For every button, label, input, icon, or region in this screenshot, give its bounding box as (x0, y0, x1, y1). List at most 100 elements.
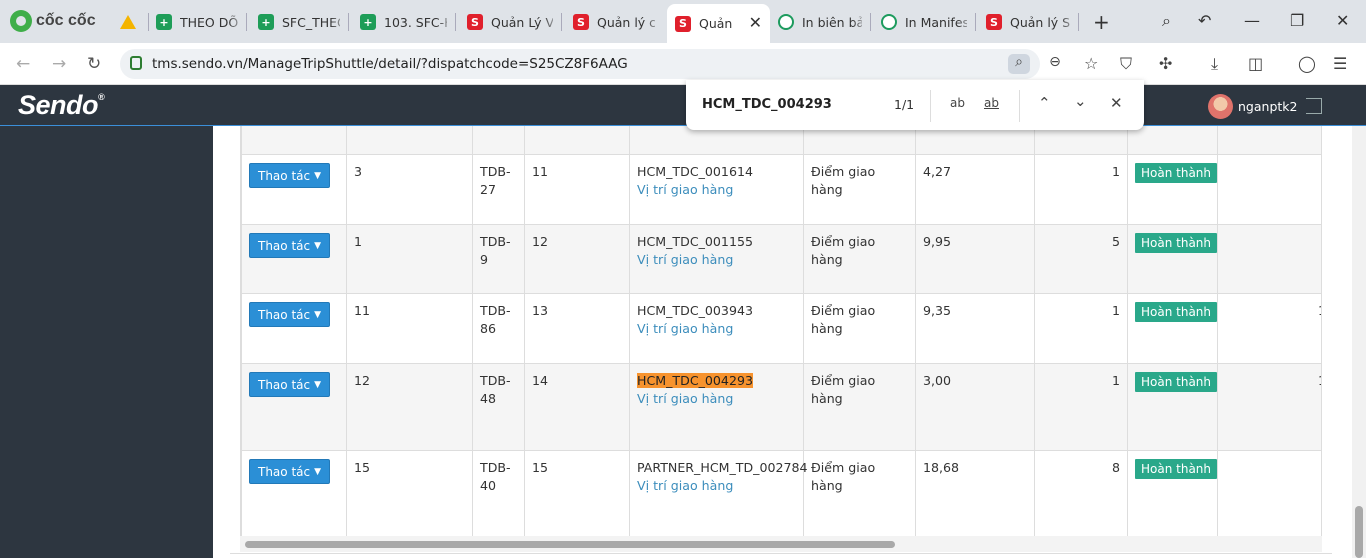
chevron-down-icon: ▼ (314, 240, 322, 251)
action-label: Thao tác (258, 238, 311, 253)
google-sheets-icon: + (156, 14, 172, 30)
restore-icon[interactable]: ❐ (1290, 11, 1304, 30)
table-row (241, 126, 1321, 155)
close-window-icon[interactable]: ✕ (1336, 11, 1349, 30)
table-cell (629, 126, 804, 155)
delivery-location-link[interactable]: Vị trí giao hàng (637, 477, 796, 495)
amount-value: 1.593 (1318, 303, 1321, 318)
app-header: Sendo® nganptk2 (0, 85, 1366, 126)
action-dropdown-button[interactable]: Thao tác ▼ (249, 163, 331, 188)
logout-icon[interactable] (1306, 98, 1322, 114)
status-cell: Hoàn thành (1127, 450, 1218, 536)
order-cell: PARTNER_HCM_TD_002784 Vị trí giao hàng (629, 450, 808, 536)
delivery-location-link[interactable]: Vị trí giao hàng (637, 251, 796, 269)
action-dropdown-button[interactable]: Thao tác ▼ (249, 302, 331, 327)
trip-detail-table: Thao tác ▼ 3 TDB- 27 11 HCM_TDC_001614 Vị trí g… (241, 126, 1321, 536)
lock-icon (130, 56, 142, 70)
delivery-location-link[interactable]: Vị trí giao hàng (637, 390, 796, 408)
tab-fade (228, 5, 246, 39)
browser-tab[interactable]: S Quản lý St (978, 5, 1078, 39)
find-close-icon[interactable]: ✕ (1110, 94, 1123, 112)
action-dropdown-button[interactable]: Thao tác ▼ (249, 372, 331, 397)
stt-cell: 11 (524, 154, 630, 225)
action-dropdown-button[interactable]: Thao tác ▼ (249, 233, 331, 258)
action-dropdown-button[interactable]: Thao tác ▼ (249, 459, 331, 484)
back-arrow-icon[interactable]: ← (16, 54, 30, 74)
weight-cell: 9,35 (915, 293, 1035, 364)
tab-separator (870, 13, 871, 31)
menu-icon[interactable]: ☰ (1333, 54, 1347, 73)
whole-word-button[interactable]: ab (984, 96, 999, 110)
tab-google-drive[interactable] (112, 5, 146, 39)
stt-value: 11 (532, 164, 549, 179)
weight-cell: 18,68 (915, 450, 1035, 536)
table-cell (1127, 126, 1218, 155)
sidebar-icon[interactable]: ◫ (1248, 54, 1263, 73)
trip-detail-table-container: Thao tác ▼ 3 TDB- 27 11 HCM_TDC_001614 Vị trí g… (240, 126, 1322, 536)
table-cell (472, 126, 525, 155)
tab-fade (437, 5, 455, 39)
google-drive-icon (120, 15, 136, 29)
table-cell (524, 126, 630, 155)
vertical-scroll-thumb[interactable] (1355, 506, 1363, 558)
browser-brand[interactable]: cốc cốc (10, 10, 96, 32)
reload-icon[interactable]: ↻ (87, 54, 101, 74)
horizontal-scroll-thumb[interactable] (245, 541, 895, 548)
bookmark-star-icon[interactable]: ☆ (1084, 54, 1098, 73)
find-next-icon[interactable]: ⌄ (1074, 92, 1087, 110)
find-previous-icon[interactable]: ⌃ (1038, 94, 1051, 112)
route-code: TDB- 86 (480, 303, 511, 336)
point-type: Điểm giao hàng (811, 373, 876, 406)
forward-arrow-icon[interactable]: → (52, 54, 66, 74)
find-in-page-icon[interactable]: ⌕ (1008, 54, 1030, 74)
vertical-scrollbar[interactable] (1352, 126, 1366, 558)
sequence-value: 12 (354, 373, 371, 388)
match-case-button[interactable]: ab (950, 96, 965, 110)
sequence-cell: 12 (346, 363, 473, 451)
shield-icon[interactable]: ⛉ (1120, 54, 1132, 74)
table-row: Thao tác ▼ 1 TDB-9 12 HCM_TDC_001155 Vị trí gi… (241, 224, 1321, 294)
zoom-out-icon[interactable]: ⊖ (1044, 54, 1066, 74)
action-label: Thao tác (258, 464, 311, 479)
horizontal-scrollbar[interactable] (240, 536, 1322, 552)
extensions-puzzle-icon[interactable]: ✣ (1159, 54, 1172, 73)
browser-tab[interactable]: +103. SFC-K (352, 5, 455, 39)
table-row: Thao tác ▼ 11 TDB- 86 13 HCM_TDC_003943 Vị trí … (241, 293, 1321, 364)
browser-tab[interactable]: + THEO DÕI (148, 5, 246, 39)
status-badge: Hoàn thành (1135, 163, 1218, 183)
tab-back-icon[interactable]: ↶ (1198, 11, 1211, 30)
find-separator (930, 90, 931, 122)
avatar[interactable] (1208, 94, 1233, 119)
sequence-value: 3 (354, 164, 363, 179)
browser-nav-bar: ← → ↻ tms.sendo.vn/ManageTripShuttle/det… (0, 43, 1366, 85)
download-icon[interactable]: ⤓ (1211, 54, 1218, 74)
browser-tab[interactable]: SQuản lý ch (565, 5, 663, 39)
find-input[interactable]: HCM_TDC_004293 (702, 97, 832, 112)
search-tabs-icon[interactable]: ⌕ (1162, 11, 1171, 31)
sendo-logo[interactable]: Sendo® (18, 90, 105, 121)
stt-value: 13 (532, 303, 549, 318)
delivery-location-link[interactable]: Vị trí giao hàng (637, 181, 796, 199)
browser-tab[interactable]: In Manifes (873, 5, 975, 39)
username[interactable]: nganptk2 (1238, 99, 1297, 114)
code-cell: TDB- 40 (472, 450, 525, 536)
browser-tab[interactable]: SQuản Lý Vậ (459, 5, 561, 39)
profile-icon[interactable]: ◯ (1298, 54, 1316, 73)
order-code: HCM_TDC_003943 (637, 303, 753, 318)
close-tab-icon[interactable]: ✕ (749, 13, 762, 32)
browser-tab[interactable]: In biên bả (770, 5, 870, 39)
tab-separator (246, 13, 247, 31)
address-bar[interactable]: tms.sendo.vn/ManageTripShuttle/detail/?d… (120, 49, 1061, 79)
browser-tab[interactable]: S Quản ✕ (667, 4, 770, 43)
minimize-icon[interactable]: — (1244, 11, 1260, 30)
order-cell: HCM_TDC_004293 Vị trí giao hàng (629, 363, 804, 451)
table-cell (1217, 126, 1321, 155)
sequence-cell: 3 (346, 154, 473, 225)
quantity-cell: 5 (1034, 224, 1128, 294)
quantity-cell: 8 (1034, 450, 1128, 536)
browser-tab[interactable]: +SFC_THEO (250, 5, 348, 39)
new-tab-button[interactable]: + (1093, 10, 1110, 34)
route-code: TDB-9 (480, 234, 511, 267)
delivery-location-link[interactable]: Vị trí giao hàng (637, 320, 796, 338)
code-cell: TDB- 86 (472, 293, 525, 364)
